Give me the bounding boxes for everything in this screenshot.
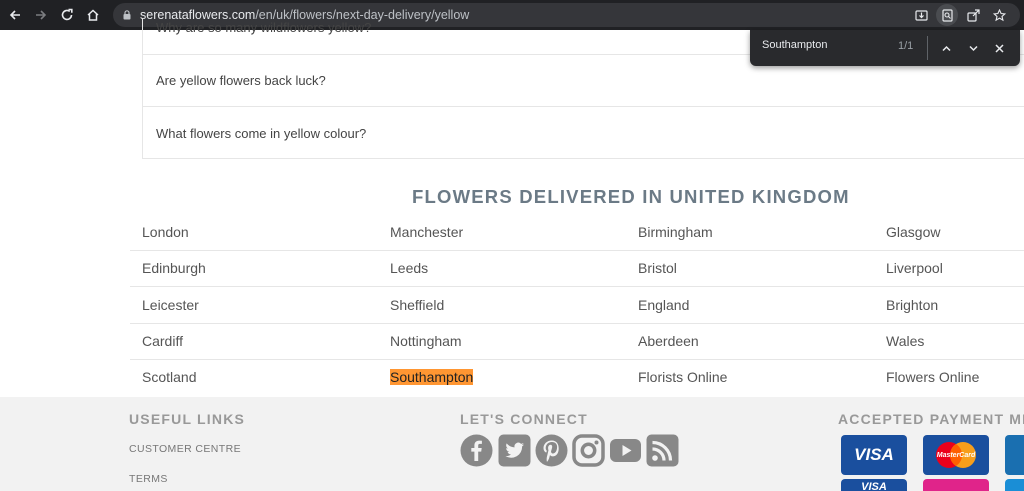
city-link[interactable]: Flowers Online — [886, 369, 979, 385]
city-link[interactable]: England — [638, 297, 689, 313]
pinterest-icon[interactable] — [535, 434, 568, 467]
city-link[interactable]: Scotland — [142, 369, 196, 385]
visa-electron-card-icon: VISA — [841, 479, 907, 491]
city-link[interactable]: Wales — [886, 333, 924, 349]
city-link[interactable]: Leeds — [390, 260, 428, 276]
city-link[interactable]: London — [142, 224, 189, 240]
forward-icon[interactable] — [28, 0, 54, 30]
city-link-highlighted[interactable]: Southampton — [390, 369, 474, 385]
find-close-button[interactable] — [989, 38, 1009, 58]
twitter-icon[interactable] — [498, 434, 531, 467]
payment-card-icon — [1005, 479, 1024, 491]
footer-link-terms[interactable]: TERMS — [129, 473, 168, 485]
svg-text:MasterCard: MasterCard — [937, 452, 976, 459]
close-icon — [994, 43, 1004, 53]
city-link[interactable]: Cardiff — [142, 333, 183, 349]
find-input[interactable]: Southampton — [762, 39, 827, 51]
find-bar: Southampton 1/1 — [750, 30, 1020, 66]
city-link[interactable]: Birmingham — [638, 224, 713, 240]
city-link[interactable]: Manchester — [390, 224, 463, 240]
footer-link-customer-centre[interactable]: CUSTOMER CENTRE — [129, 443, 241, 455]
city-link[interactable]: Aberdeen — [638, 333, 699, 349]
city-link[interactable]: Sheffield — [390, 297, 444, 313]
back-icon[interactable] — [2, 0, 28, 30]
rss-icon[interactable] — [646, 434, 679, 467]
city-row: Cardiff Nottingham Aberdeen Wales — [130, 324, 1024, 360]
faq-item[interactable]: What flowers come in yellow colour? — [143, 107, 1024, 159]
city-link[interactable]: Liverpool — [886, 260, 943, 276]
reload-icon[interactable] — [54, 0, 80, 30]
city-link[interactable]: Leicester — [142, 297, 199, 313]
connect-title: LET'S CONNECT — [460, 411, 588, 427]
instagram-icon[interactable] — [572, 434, 605, 467]
city-link[interactable]: Bristol — [638, 260, 677, 276]
city-row: Leicester Sheffield England Brighton — [130, 288, 1024, 324]
find-divider — [927, 36, 928, 60]
home-icon[interactable] — [80, 0, 106, 30]
chevron-down-icon — [968, 45, 978, 51]
faq-question: What flowers come in yellow colour? — [156, 125, 367, 141]
chevron-up-icon — [941, 45, 951, 51]
payment-title: ACCEPTED PAYMENT ME — [838, 411, 1024, 427]
facebook-icon[interactable] — [460, 434, 493, 467]
city-row: Scotland Southampton Florists Online Flower… — [130, 360, 1024, 396]
faq-question: Are yellow flowers back luck? — [156, 73, 326, 88]
city-link[interactable]: Nottingham — [390, 333, 462, 349]
footer: USEFUL LINKS CUSTOMER CENTRE TERMS LET'S… — [0, 397, 1024, 491]
city-link[interactable]: Glasgow — [886, 224, 940, 240]
mastercard-icon: MasterCard — [923, 435, 989, 475]
payment-card-icon — [923, 479, 989, 491]
city-link[interactable]: Brighton — [886, 297, 938, 313]
city-link[interactable]: Edinburgh — [142, 260, 206, 276]
find-next-button[interactable] — [963, 38, 983, 58]
youtube-icon[interactable] — [609, 434, 642, 467]
lock-icon — [123, 10, 131, 20]
faq-question: Why are so many wildflowers yellow? — [156, 20, 372, 35]
useful-links-title: USEFUL LINKS — [129, 411, 246, 427]
city-row: London Manchester Birmingham Glasgow — [130, 215, 1024, 251]
city-link[interactable]: Florists Online — [638, 369, 727, 385]
visa-card-icon: VISA — [841, 435, 907, 475]
find-match-count: 1/1 — [898, 40, 914, 52]
find-previous-button[interactable] — [936, 38, 956, 58]
payment-card-icon — [1005, 435, 1024, 475]
city-row: Edinburgh Leeds Bristol Liverpool — [130, 251, 1024, 287]
